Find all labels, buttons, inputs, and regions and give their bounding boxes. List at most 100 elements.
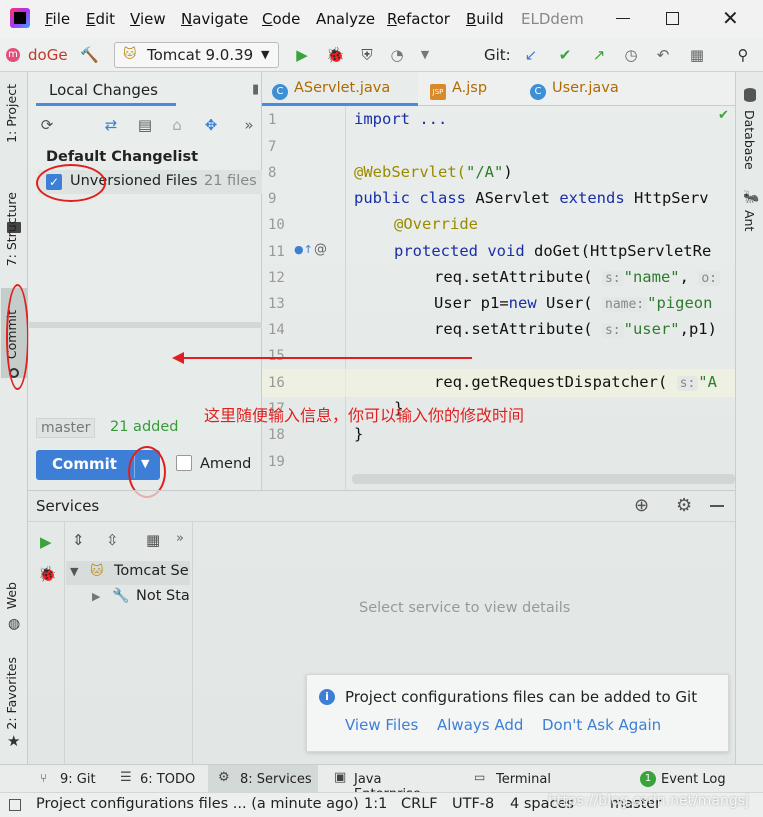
tab-ant[interactable]: Ant xyxy=(742,210,757,231)
gear-icon[interactable]: ⚙ xyxy=(676,495,692,516)
more-chevron-icon[interactable]: » xyxy=(240,116,258,134)
status-toggle-icon[interactable] xyxy=(9,799,21,811)
editor-h-scrollbar[interactable] xyxy=(352,474,735,484)
dont-ask-again-link[interactable]: Don't Ask Again xyxy=(542,716,661,734)
tab-user-java[interactable]: C User.java xyxy=(526,72,646,106)
caret-position[interactable]: 1:1 xyxy=(364,796,387,812)
tree-item-not-started[interactable]: ▶ 🔧 Not Sta xyxy=(66,586,190,610)
target-icon[interactable]: ⊕ xyxy=(634,495,649,516)
local-changes-tab[interactable]: Local Changes xyxy=(36,76,176,106)
info-icon: i xyxy=(319,689,335,705)
override-gutter-icon[interactable]: ●↑ xyxy=(294,243,313,256)
run-icon[interactable]: ▶ xyxy=(40,533,52,551)
coverage-icon[interactable]: ⛨ xyxy=(358,46,376,64)
tab-todo[interactable]: ☰ 6: TODO xyxy=(116,765,202,793)
amend-checkbox[interactable] xyxy=(176,455,192,471)
param-hint: s: xyxy=(601,323,624,338)
changelist-icon[interactable]: ▤ xyxy=(136,116,154,134)
run-icon[interactable]: ▶ xyxy=(293,46,311,64)
more-chevron-icon[interactable]: » xyxy=(176,531,184,546)
tab-favorites[interactable]: 2: Favorites xyxy=(4,657,19,730)
file-encoding[interactable]: UTF-8 xyxy=(452,796,494,812)
expand-all-icon[interactable]: ⇕ xyxy=(72,531,85,549)
tree-label: Tomcat Se xyxy=(114,563,189,579)
profiler-icon[interactable]: ◔ xyxy=(388,46,406,64)
menu-edit[interactable]: Edit xyxy=(86,10,115,28)
minimize-icon[interactable] xyxy=(616,18,630,19)
group-services-icon[interactable]: ▦ xyxy=(146,531,160,549)
menu-navigate[interactable]: Navigate xyxy=(181,10,248,28)
tab-label: 6: TODO xyxy=(140,772,196,787)
rollback-arrows-icon[interactable]: ⇄ xyxy=(102,116,120,134)
param-hint: s: xyxy=(676,376,699,391)
tab-git[interactable]: ⑂ 9: Git xyxy=(36,765,106,793)
run-config-label: Tomcat 9.0.39 xyxy=(147,46,254,64)
project-structure-icon[interactable]: ▦ xyxy=(688,46,706,64)
view-files-link[interactable]: View Files xyxy=(345,716,418,734)
more-dropdown-icon[interactable]: ▼ xyxy=(416,46,434,64)
menu-code[interactable]: Code xyxy=(262,10,300,28)
git-push-icon[interactable]: ↗ xyxy=(590,46,608,64)
menu-refactor[interactable]: Refactor xyxy=(387,10,450,28)
line-number: 16 xyxy=(268,375,285,391)
annotation-circle-unversioned xyxy=(36,164,106,202)
debug-bug-icon[interactable]: 🐞 xyxy=(326,46,345,64)
maximize-icon[interactable] xyxy=(666,12,679,25)
commit-button[interactable]: Commit xyxy=(52,455,117,473)
terminal-icon: ▭ xyxy=(474,770,486,784)
commit-tool-window: Local Changes ▮ ⟳ ⇄ ▤ ⌂ ✥ » Default Chan… xyxy=(28,72,262,498)
tab-database[interactable]: Database xyxy=(742,110,757,170)
code-line-11: protected void doGet(HttpServletRe xyxy=(394,242,711,260)
bottom-tool-tabs: ⑂ 9: Git ☰ 6: TODO ⚙ 8: Services ▣ Java … xyxy=(0,764,763,802)
annotation-circle-commit xyxy=(6,284,29,390)
hide-panel-icon[interactable] xyxy=(710,505,724,507)
refresh-icon[interactable]: ⟳ xyxy=(38,116,56,134)
tree-item-tomcat[interactable]: ▼ 🐱 Tomcat Se xyxy=(66,561,190,585)
shelve-icon[interactable]: ⌂ xyxy=(168,116,186,134)
code-token: "name" xyxy=(623,268,680,286)
collapse-all-icon[interactable]: ⇳ xyxy=(106,531,119,549)
code-line-8: @WebServlet("/A") xyxy=(354,163,513,181)
line-separator[interactable]: CRLF xyxy=(401,796,438,812)
tree-label: Not Sta xyxy=(136,588,190,604)
line-number: 13 xyxy=(268,296,285,312)
tab-project[interactable]: 1: Project xyxy=(4,84,19,143)
git-update-icon[interactable]: ↙ xyxy=(522,46,540,64)
menu-analyze[interactable]: Analyze xyxy=(316,10,375,28)
intellij-logo-icon xyxy=(10,8,30,28)
git-commit-check-icon[interactable]: ✔ xyxy=(556,46,574,64)
close-icon[interactable]: ✕ xyxy=(722,6,739,30)
tab-a-jsp[interactable]: JSP A.jsp xyxy=(422,72,522,106)
code-token: req.getRequestDispatcher( xyxy=(434,373,668,391)
menu-build[interactable]: Build xyxy=(466,10,504,28)
status-message[interactable]: Project configurations files ... (a minu… xyxy=(36,796,359,812)
default-changelist[interactable]: Default Changelist xyxy=(46,149,198,165)
group-by-icon[interactable]: ✥ xyxy=(202,116,220,134)
tab-web[interactable]: Web xyxy=(4,582,19,609)
jsp-icon: JSP xyxy=(430,84,446,100)
more-tabs-icon[interactable]: ▮ xyxy=(252,82,259,97)
history-clock-icon[interactable]: ◷ xyxy=(622,46,640,64)
code-token: ) xyxy=(503,163,513,181)
tab-aservlet-java[interactable]: C AServlet.java xyxy=(262,72,418,106)
search-icon[interactable]: ⚲ xyxy=(734,46,752,64)
run-config-selector[interactable]: 🐱 Tomcat 9.0.39 ▼ xyxy=(114,42,279,68)
rollback-icon[interactable]: ↶ xyxy=(654,46,672,64)
list-icon: ☰ xyxy=(120,770,132,785)
star-icon: ★ xyxy=(7,732,21,750)
tab-services[interactable]: ⚙ 8: Services xyxy=(208,765,318,793)
globe-icon: ◍ xyxy=(8,616,21,632)
menu-view[interactable]: View xyxy=(130,10,166,28)
code-token: protected void xyxy=(394,242,534,260)
tab-event-log[interactable]: 1 Event Log xyxy=(638,765,734,793)
tab-terminal[interactable]: ▭ Terminal xyxy=(470,765,560,793)
menu-file[interactable]: File xyxy=(45,10,70,28)
module-icon: m xyxy=(6,48,20,62)
build-hammer-icon[interactable]: 🔨 xyxy=(80,46,99,64)
project-name[interactable]: doGe xyxy=(28,46,68,64)
code-token: new xyxy=(508,294,546,312)
always-add-link[interactable]: Always Add xyxy=(437,716,523,734)
debug-bug-icon[interactable]: 🐞 xyxy=(38,565,57,583)
tab-java-enterprise[interactable]: ▣ Java Enterprise xyxy=(330,765,450,802)
tab-structure[interactable]: 7: Structure xyxy=(4,192,19,266)
